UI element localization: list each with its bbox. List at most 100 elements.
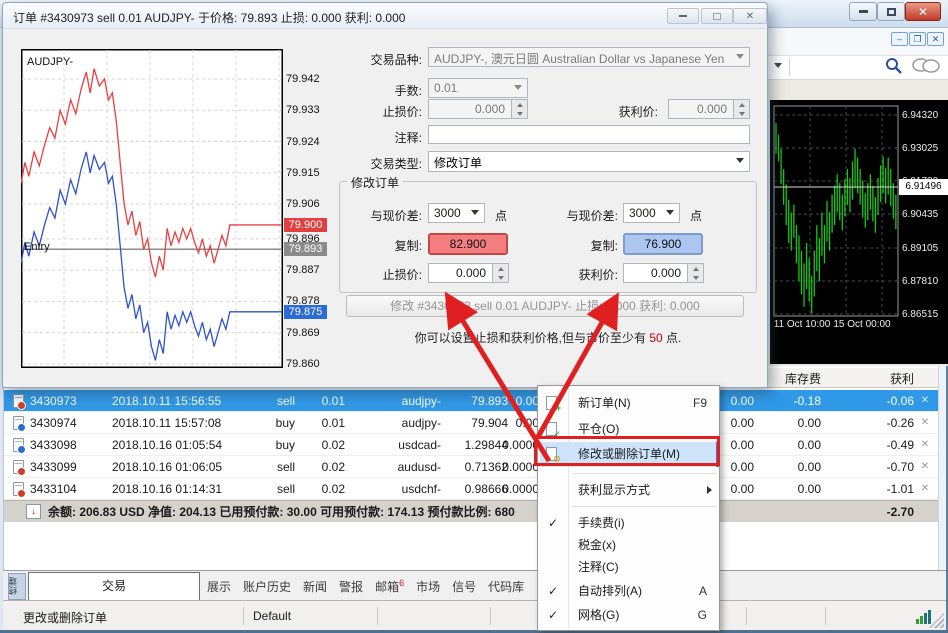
status-profile[interactable]: Default: [253, 609, 291, 623]
order-number: 3433099: [30, 459, 110, 475]
price-axis-label: 6.89105: [902, 243, 948, 254]
menu-divider: [572, 506, 717, 507]
diff-combo-right[interactable]: 3000: [623, 203, 680, 223]
order-stoploss: 0.0000: [479, 437, 539, 453]
bid-price-tag: 79.875: [284, 305, 327, 319]
table-row[interactable]: 3433099 2018.10.16 01:06:05 sell 0.02 au…: [4, 456, 939, 478]
copy-buy-price-button[interactable]: 76.900: [623, 233, 703, 255]
order-number: 3430973: [30, 393, 110, 409]
chart-restore-button[interactable]: ❐: [909, 32, 926, 46]
chart-close-button[interactable]: ✕: [927, 32, 944, 46]
order-stoploss: 0.00: [479, 393, 539, 409]
tick-chart-plot: [21, 47, 327, 369]
dialog-minimize-button[interactable]: [667, 8, 699, 24]
symbol-combo: AUDJPY-, 澳元日圆 Australian Dollar vs Japan…: [428, 47, 750, 67]
usdcnh-chart[interactable]: 6.943206.930256.917306.904356.891056.878…: [770, 100, 948, 364]
entry-line-label: Entry: [24, 241, 50, 253]
close-order-icon[interactable]: ✕: [916, 459, 934, 475]
context-menu: + 新订单(N) F9 ✓ 平仓(O) ⚙ 修改或删除订单(M) 获利显示方式 …: [537, 385, 720, 631]
dialog-maximize-button[interactable]: [701, 8, 733, 24]
close-order-icon[interactable]: ✕: [916, 415, 934, 431]
price-axis-label: 6.87810: [902, 276, 948, 287]
menu-item-new-order[interactable]: + 新订单(N) F9: [540, 391, 719, 416]
order-profit: -1.01: [834, 481, 914, 497]
chat-icon[interactable]: [910, 57, 942, 75]
tab-trade[interactable]: 交易: [28, 572, 200, 601]
order-lots: 0.01: [298, 393, 345, 409]
tab-4[interactable]: 警报: [337, 578, 365, 595]
balance-arrow-icon: ↓: [26, 504, 41, 519]
order-doc-icon: [13, 482, 24, 496]
copy-sell-price-button[interactable]: 82.900: [428, 233, 508, 255]
table-row[interactable]: 3433098 2018.10.16 01:05:54 buy 0.02 usd…: [4, 434, 939, 456]
terminal-tabstrip: 终端 交易 展示账户历史新闻警报邮箱6市场信号代码库EA日志: [3, 570, 946, 600]
order-time: 2018.10.16 01:05:54: [112, 437, 242, 453]
comment-label: 注释:: [322, 129, 422, 146]
menu-item-grid[interactable]: ✓ 网格(G) G: [540, 603, 719, 628]
terminal-panel-grip[interactable]: 终端: [8, 573, 26, 600]
spinner-arrows-icon[interactable]: [687, 264, 703, 282]
spinner-arrows-icon[interactable]: [492, 264, 508, 282]
trade-type-combo[interactable]: 修改订单: [428, 151, 750, 172]
price-axis-label: 79.869: [286, 327, 327, 339]
entry-price-tag: 79.893: [284, 242, 327, 256]
order-doc-icon: [13, 394, 24, 408]
lots-combo: 0.01: [428, 78, 528, 98]
table-row[interactable]: 3430973 2018.10.11 15:56:55 sell 0.01 au…: [4, 390, 939, 412]
submenu-arrow-icon: [707, 486, 712, 494]
order-swap: 0.00: [759, 459, 821, 475]
menu-item-auto-arrange[interactable]: ✓ 自动排列(A) A: [540, 579, 719, 604]
column-header-swap[interactable]: 库存费: [759, 371, 821, 387]
price-axis-label: 6.93025: [902, 143, 948, 154]
close-order-icon[interactable]: ✕: [916, 437, 934, 453]
chart-symbol-label: AUDJPY-: [27, 56, 73, 68]
price-axis-label: 6.86515: [902, 309, 948, 320]
lots-label: 手数:: [322, 82, 422, 99]
takeprofit-label: 获利价:: [558, 103, 658, 120]
table-scrollbar[interactable]: [938, 366, 946, 570]
tab-5[interactable]: 邮箱6: [373, 578, 406, 595]
diff-label-right: 与现价差:: [518, 207, 618, 224]
close-order-icon[interactable]: ✕: [916, 481, 934, 497]
tab-2[interactable]: 账户历史: [241, 578, 293, 595]
zoom-icon[interactable]: [884, 57, 904, 75]
main-minimize-button[interactable]: [849, 2, 877, 21]
column-header-profit[interactable]: 获利: [834, 371, 914, 387]
symbol-label: 交易品种:: [322, 51, 422, 68]
order-type: sell: [234, 481, 295, 497]
tab-3[interactable]: 新闻: [301, 578, 329, 595]
comment-input[interactable]: [428, 125, 750, 144]
table-row[interactable]: 3430974 2018.10.11 15:57:08 buy 0.01 aud…: [4, 412, 939, 434]
tab-6[interactable]: 市场: [414, 578, 442, 595]
main-close-button[interactable]: ✕: [905, 2, 941, 21]
tab-8[interactable]: 代码库: [486, 578, 526, 595]
order-type: sell: [234, 393, 295, 409]
toolbar-divider: [789, 58, 790, 76]
modify-stoploss-spinner[interactable]: 0.000: [428, 263, 509, 283]
dialog-titlebar[interactable]: 订单 #3430973 sell 0.01 AUDJPY- 于价格: 79.89…: [3, 3, 767, 29]
dialog-close-button[interactable]: ✕: [733, 8, 767, 24]
chevron-down-icon: [471, 210, 479, 215]
chevron-down-icon[interactable]: [774, 63, 782, 68]
diff-combo-left[interactable]: 3000: [428, 203, 485, 223]
tab-7[interactable]: 信号: [450, 578, 478, 595]
modify-takeprofit-spinner[interactable]: 0.000: [623, 263, 704, 283]
menu-item-comments[interactable]: 注释(C): [540, 555, 719, 580]
price-axis-label: 79.915: [286, 167, 327, 179]
price-axis-label: 6.90435: [902, 209, 948, 220]
menu-item-profit-display[interactable]: 获利显示方式: [540, 478, 719, 503]
table-row[interactable]: 3433104 2018.10.16 01:14:31 sell 0.02 us…: [4, 478, 939, 500]
modify-takeprofit-label: 获利价:: [518, 266, 618, 283]
close-order-icon[interactable]: ✕: [916, 393, 934, 409]
chart-minimize-button[interactable]: –: [891, 32, 908, 46]
main-maximize-button[interactable]: [877, 2, 905, 21]
order-type: buy: [234, 437, 295, 453]
statusbar: 更改或删除订单 Default: [3, 600, 946, 630]
order-stoploss: 0.0000: [479, 481, 539, 497]
order-lots: 0.02: [298, 437, 345, 453]
trade-table: 库存费 获利 3430973 2018.10.11 15:56:55 sell …: [3, 366, 938, 570]
order-profit: -0.49: [834, 437, 914, 453]
tab-1[interactable]: 展示: [205, 578, 233, 595]
modify-submit-button[interactable]: 修改 #3430973 sell 0.01 AUDJPY- 止损: 0.000 …: [346, 295, 744, 317]
price-axis-label: 79.924: [286, 136, 327, 148]
